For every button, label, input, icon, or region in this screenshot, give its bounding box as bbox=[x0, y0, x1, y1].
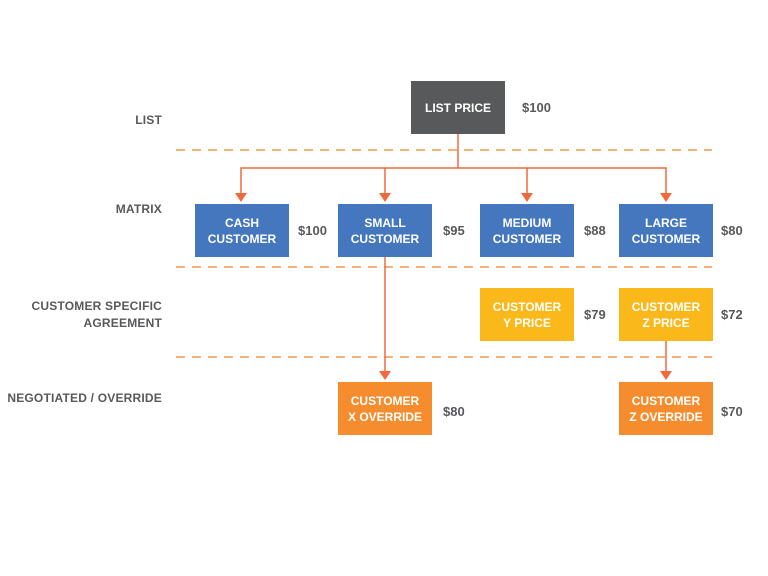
row-label-agreement-line2: AGREEMENT bbox=[83, 316, 162, 330]
price-customer-z: $72 bbox=[721, 307, 743, 322]
node-cash-customer: CASH CUSTOMER bbox=[195, 204, 289, 257]
price-medium-customer: $88 bbox=[584, 223, 606, 238]
node-small-customer: SMALL CUSTOMER bbox=[338, 204, 432, 257]
node-customer-x-override: CUSTOMER X OVERRIDE bbox=[338, 382, 432, 435]
row-label-agreement: CUSTOMER SPECIFIC AGREEMENT bbox=[31, 298, 162, 332]
price-customer-x-override: $80 bbox=[443, 404, 465, 419]
price-customer-y: $79 bbox=[584, 307, 606, 322]
arrowhead-z-override bbox=[660, 371, 672, 380]
node-label-line1: CASH bbox=[224, 215, 259, 230]
price-customer-z-override: $70 bbox=[721, 404, 743, 419]
node-label-line2: Z OVERRIDE bbox=[629, 409, 703, 424]
row-label-agreement-line1: CUSTOMER SPECIFIC bbox=[31, 299, 162, 313]
node-medium-customer: MEDIUM CUSTOMER bbox=[480, 204, 574, 257]
node-label-line2: CUSTOMER bbox=[492, 231, 562, 246]
node-label-line2: X OVERRIDE bbox=[347, 409, 422, 424]
node-label-line2: CUSTOMER bbox=[631, 231, 701, 246]
node-customer-y-price: CUSTOMER Y PRICE bbox=[480, 288, 574, 341]
row-label-list: LIST bbox=[135, 113, 162, 127]
price-small-customer: $95 bbox=[443, 223, 465, 238]
price-list-price: $100 bbox=[522, 100, 551, 115]
price-large-customer: $80 bbox=[721, 223, 743, 238]
node-label-line1: CUSTOMER bbox=[350, 393, 420, 408]
node-label-line2: CUSTOMER bbox=[207, 231, 277, 246]
node-customer-z-override: CUSTOMER Z OVERRIDE bbox=[619, 382, 713, 435]
node-label-line1: CUSTOMER bbox=[631, 299, 701, 314]
node-large-customer: LARGE CUSTOMER bbox=[619, 204, 713, 257]
arrowhead-cash bbox=[235, 193, 247, 202]
node-label-line1: LARGE bbox=[645, 215, 687, 230]
arrowhead-small bbox=[379, 193, 391, 202]
price-cash-customer: $100 bbox=[298, 223, 327, 238]
node-label-line2: Y PRICE bbox=[503, 315, 551, 330]
arrowhead-large bbox=[660, 193, 672, 202]
row-label-override: NEGOTIATED / OVERRIDE bbox=[7, 391, 162, 405]
row-label-matrix: MATRIX bbox=[115, 202, 162, 216]
node-list-price: LIST PRICE bbox=[411, 81, 505, 134]
node-list-price-label: LIST PRICE bbox=[424, 100, 491, 115]
connector-bus bbox=[240, 167, 667, 194]
node-label-line2: Z PRICE bbox=[642, 315, 690, 330]
node-label-line1: CUSTOMER bbox=[492, 299, 562, 314]
node-label-line1: SMALL bbox=[364, 215, 406, 230]
node-label-line1: CUSTOMER bbox=[631, 393, 701, 408]
node-label-line1: MEDIUM bbox=[502, 215, 552, 230]
arrowhead-medium bbox=[521, 193, 533, 202]
node-label-line2: CUSTOMER bbox=[350, 231, 420, 246]
arrowhead-x-override bbox=[379, 371, 391, 380]
node-customer-z-price: CUSTOMER Z PRICE bbox=[619, 288, 713, 341]
